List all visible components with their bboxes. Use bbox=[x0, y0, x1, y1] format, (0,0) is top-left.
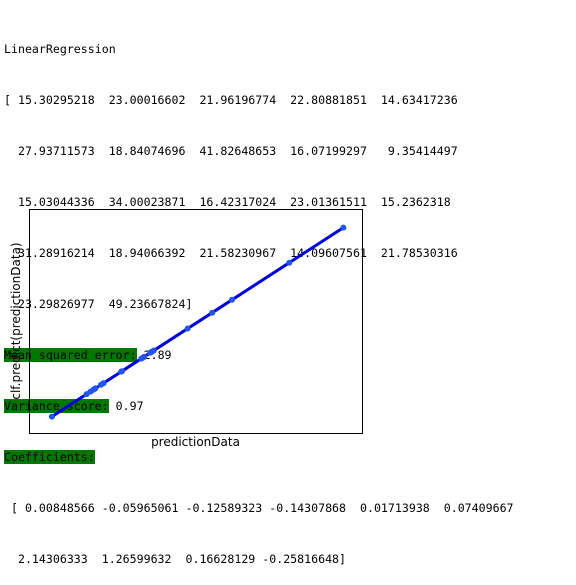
data-point bbox=[184, 325, 191, 332]
prediction-chart-svg: predictionData clf.predict(predictionDat… bbox=[9, 209, 363, 449]
model-name-text: LinearRegression bbox=[4, 42, 116, 56]
prediction-plot: predictionData clf.predict(predictionDat… bbox=[0, 205, 380, 459]
data-point bbox=[48, 413, 55, 420]
data-point bbox=[150, 347, 157, 354]
data-point bbox=[340, 224, 347, 231]
series-layer bbox=[48, 224, 347, 420]
data-point bbox=[100, 380, 107, 387]
y-axis-label: clf.predict(predictionData) bbox=[9, 242, 23, 399]
data-point bbox=[229, 296, 235, 303]
x-axis-label: predictionData bbox=[151, 435, 240, 449]
data-point bbox=[139, 354, 146, 361]
coef-line: 2.14306333 1.26599632 0.16628129 -0.2581… bbox=[4, 552, 347, 566]
data-point bbox=[119, 368, 125, 375]
data-point bbox=[209, 309, 216, 316]
prediction-line: 27.93711573 18.84074696 41.82648653 16.0… bbox=[4, 144, 458, 158]
data-point bbox=[91, 385, 98, 392]
data-point bbox=[83, 391, 90, 398]
coef-line: [ 0.00848566 -0.05965061 -0.12589323 -0.… bbox=[4, 501, 514, 515]
data-point bbox=[286, 259, 293, 266]
prediction-line: [ 15.30295218 23.00016602 21.96196774 22… bbox=[4, 93, 458, 107]
